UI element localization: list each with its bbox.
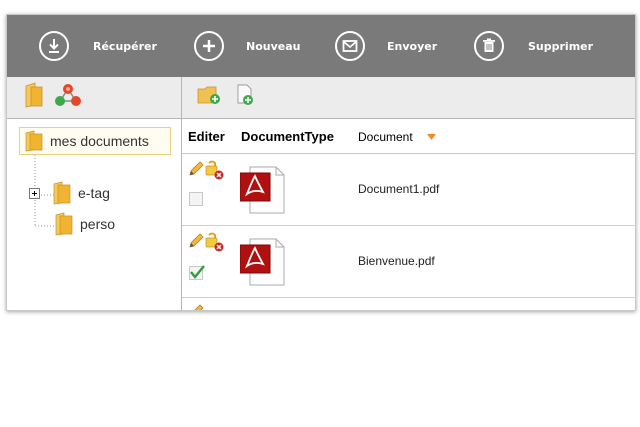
new-folder-icon[interactable] xyxy=(196,84,222,111)
retrieve-button[interactable]: Récupérer xyxy=(39,15,157,77)
pdf-file-icon xyxy=(240,238,285,286)
download-icon xyxy=(39,31,69,61)
delete-label: Supprimer xyxy=(528,39,594,53)
envelope-icon xyxy=(335,31,365,61)
column-header-document-type[interactable]: DocumentType xyxy=(241,129,334,144)
new-document-icon[interactable] xyxy=(234,83,256,112)
delete-button[interactable]: Supprimer xyxy=(474,15,593,77)
folder-pane: mes documents e-tag perso xyxy=(7,77,182,310)
table-row[interactable] xyxy=(182,298,635,311)
retrieve-label: Récupérer xyxy=(93,39,157,53)
checkbox-unchecked[interactable] xyxy=(189,192,203,206)
tree-node-e-tag[interactable]: e-tag xyxy=(29,181,110,205)
document-toolbar xyxy=(182,77,635,119)
table-row[interactable]: Bienvenue.pdf xyxy=(182,226,635,298)
expand-toggle-icon[interactable] xyxy=(29,187,40,199)
toolbar: Récupérer Nouveau Envoyer Supprimer xyxy=(7,15,635,78)
unlock-icon[interactable] xyxy=(205,232,225,252)
document-name[interactable]: Bienvenue.pdf xyxy=(358,254,435,268)
tree-node-label: e-tag xyxy=(78,185,110,201)
new-button[interactable]: Nouveau xyxy=(194,15,300,77)
new-label: Nouveau xyxy=(246,39,301,53)
sort-descending-icon[interactable] xyxy=(427,134,436,140)
send-label: Envoyer xyxy=(387,39,438,53)
pdf-file-icon xyxy=(240,166,285,214)
column-header-document[interactable]: Document xyxy=(358,130,413,144)
pencil-icon[interactable] xyxy=(188,161,204,177)
folder-icon xyxy=(53,181,71,205)
column-header-edit[interactable]: Editer xyxy=(188,129,225,144)
tree-node-label: perso xyxy=(80,216,116,232)
document-name[interactable]: Document1.pdf xyxy=(358,182,439,196)
document-manager-window: Récupérer Nouveau Envoyer Supprimer mes … xyxy=(6,14,636,311)
checkbox-checked[interactable] xyxy=(189,264,205,280)
pencil-icon[interactable] xyxy=(188,304,204,311)
plus-icon xyxy=(194,31,224,61)
pencil-icon[interactable] xyxy=(188,233,204,249)
unlock-icon[interactable] xyxy=(205,160,225,180)
trash-icon xyxy=(474,31,504,61)
table-row[interactable]: Document1.pdf xyxy=(182,154,635,226)
document-pane: Editer DocumentType Document Document1.p… xyxy=(182,77,635,310)
tree-node-perso[interactable]: perso xyxy=(54,212,115,236)
send-button[interactable]: Envoyer xyxy=(335,15,437,77)
folder-icon xyxy=(55,212,73,236)
grid-header: Editer DocumentType Document xyxy=(182,120,635,154)
